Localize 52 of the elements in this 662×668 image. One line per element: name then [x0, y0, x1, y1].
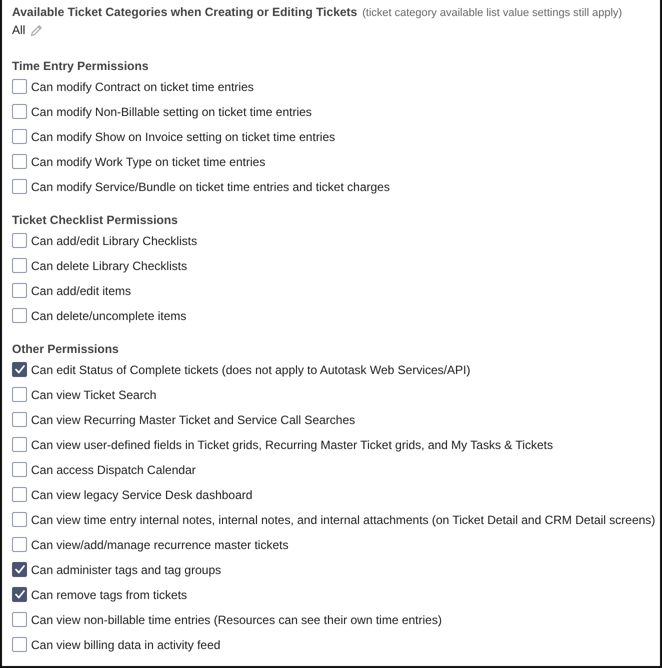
checkbox[interactable] — [12, 587, 27, 602]
section-heading: Other Permissions — [12, 341, 119, 357]
checkbox[interactable] — [12, 104, 27, 119]
permission-label: Can view Ticket Search — [31, 386, 156, 402]
checkbox[interactable] — [12, 154, 27, 169]
section-heading: Ticket Checklist Permissions — [12, 212, 178, 228]
permission-label: Can view non-billable time entries (Resources can see their own time entries) — [31, 612, 442, 628]
permission-label: Can delete Library Checklists — [31, 258, 188, 274]
permission-label: Can view billing data in activity feed — [31, 636, 220, 652]
permission-label: Can view legacy Service Desk dashboard — [31, 486, 252, 502]
category-note: (ticket category available list value settings still apply) — [362, 6, 622, 21]
checkbox[interactable] — [12, 487, 27, 502]
category-title: Available Ticket Categories when Creating or Editing Tickets — [12, 4, 358, 20]
checkbox[interactable] — [12, 412, 27, 427]
permission-label: Can administer tags and tag groups — [31, 562, 222, 578]
checkbox[interactable] — [12, 308, 27, 323]
permission-label: Can view/add/manage recurrence master tickets — [31, 536, 288, 552]
permission-label: Can edit Status of Complete tickets (does not apply to Autotask Web Services/API) — [31, 362, 470, 378]
permission-label: Can modify Work Type on ticket time entries — [31, 154, 266, 170]
checkbox[interactable] — [12, 362, 27, 377]
permission-label: Can add/edit items — [31, 282, 132, 298]
checkbox[interactable] — [12, 637, 27, 652]
permission-label: Can add/edit Library Checklists — [31, 232, 198, 248]
checkbox[interactable] — [12, 387, 27, 402]
section-heading: Time Entry Permissions — [12, 58, 148, 74]
permission-label: Can view Recurring Master Ticket and Service Call Searches — [31, 412, 356, 428]
permission-label: Can view time entry internal notes, internal notes, and internal attachments (on Ticket Detail and CRM Detail screens) — [31, 512, 656, 528]
permission-label: Can view user-defined fields in Ticket grids, Recurring Master Ticket grids, and My Tasks & Tickets — [31, 436, 553, 452]
check-icon — [14, 565, 24, 574]
checkbox[interactable] — [12, 233, 27, 248]
check-icon — [14, 590, 24, 599]
checkbox[interactable] — [12, 129, 27, 144]
checkbox[interactable] — [12, 437, 27, 452]
checkbox[interactable] — [12, 258, 27, 273]
category-value: All — [12, 22, 26, 38]
checkbox[interactable] — [12, 612, 27, 627]
edit-icon[interactable] — [30, 24, 44, 36]
permission-label: Can modify Non-Billable setting on ticket time entries — [31, 104, 312, 120]
permission-label: Can modify Contract on ticket time entries — [31, 78, 254, 94]
permission-label: Can access Dispatch Calendar — [31, 462, 196, 478]
checkbox[interactable] — [12, 562, 27, 577]
check-icon — [14, 365, 24, 374]
checkbox[interactable] — [12, 537, 27, 552]
checkbox[interactable] — [12, 462, 27, 477]
checkbox[interactable] — [12, 283, 27, 298]
checkbox[interactable] — [12, 179, 27, 194]
permission-label: Can modify Show on Invoice setting on ticket time entries — [31, 128, 336, 144]
permission-label: Can remove tags from tickets — [31, 586, 188, 602]
permission-label: Can delete/uncomplete items — [31, 308, 186, 324]
checkbox[interactable] — [12, 79, 27, 94]
checkbox[interactable] — [12, 512, 27, 527]
permission-label: Can modify Service/Bundle on ticket time entries and ticket charges — [31, 178, 390, 194]
